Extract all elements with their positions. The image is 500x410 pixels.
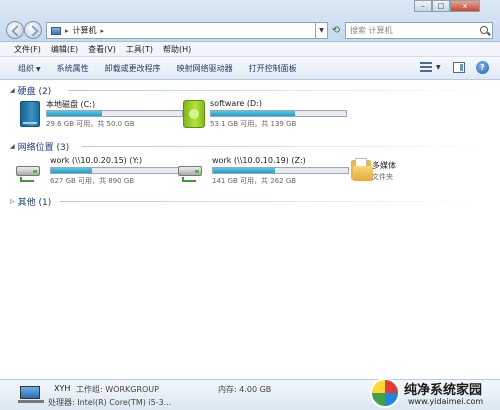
- workgroup: 工作组: WORKGROUP: [76, 385, 159, 394]
- expand-triangle-icon[interactable]: ▷: [10, 198, 15, 205]
- group-title: 其他 (1): [17, 197, 52, 208]
- uninstall-program-button[interactable]: 卸载或更改程序: [105, 63, 161, 74]
- breadcrumb-separator-icon[interactable]: ▸: [101, 27, 105, 35]
- drive-space: 53.1 GB 可用，共 139 GB: [210, 120, 297, 128]
- drive-c[interactable]: 本地磁盘 (C:) 29.6 GB 可用，共 50.0 GB: [14, 99, 184, 133]
- drive-space: 141 GB 可用，共 262 GB: [212, 177, 297, 185]
- usage-bar-fill: [47, 111, 103, 116]
- breadcrumb-separator-icon[interactable]: ▸: [65, 27, 69, 35]
- usage-bar: [212, 167, 349, 174]
- processor: 处理器: Intel(R) Core(TM) i5-3...: [48, 398, 172, 407]
- address-history-dropdown[interactable]: ▼: [316, 22, 328, 39]
- drive-name: work (\\10.0.20.15) (Y:): [50, 156, 143, 165]
- folder-name: 多媒体: [372, 161, 396, 170]
- group-network-locations[interactable]: ◢ 网络位置 (3): [10, 140, 70, 153]
- organize-label: 组织: [18, 63, 34, 73]
- close-button[interactable]: x: [450, 0, 480, 12]
- organize-button[interactable]: 组织 ▼: [18, 63, 41, 74]
- drive-space: 29.6 GB 可用，共 50.0 GB: [46, 120, 135, 128]
- group-title: 网络位置 (3): [17, 142, 70, 153]
- menu-edit[interactable]: 编辑(E): [51, 44, 78, 55]
- network-drive-icon: [16, 160, 42, 184]
- network-drive-y[interactable]: work (\\10.0.20.15) (Y:) 627 GB 可用，共 890…: [14, 156, 187, 190]
- map-network-drive-button[interactable]: 映射网络驱动器: [177, 63, 233, 74]
- usage-bar-fill: [211, 111, 295, 116]
- search-icon[interactable]: [480, 26, 488, 34]
- chevron-down-icon[interactable]: ▼: [436, 64, 441, 71]
- folder-type: 文件夹: [372, 173, 393, 181]
- group-divider: [68, 90, 488, 91]
- network-drive-icon: [178, 160, 204, 184]
- drive-space: 627 GB 可用，共 890 GB: [50, 177, 135, 185]
- menu-file[interactable]: 文件(F): [14, 44, 41, 55]
- folder-icon: [351, 158, 373, 182]
- back-button[interactable]: [6, 21, 24, 39]
- menu-tools[interactable]: 工具(T): [126, 44, 153, 55]
- usage-bar-fill: [213, 168, 276, 173]
- help-icon[interactable]: ?: [476, 61, 489, 74]
- minimize-button[interactable]: –: [414, 0, 432, 12]
- search-input[interactable]: 搜索 计算机: [345, 22, 493, 39]
- search-placeholder: 搜索 计算机: [350, 26, 393, 35]
- folder-multimedia[interactable]: 多媒体 文件夹: [346, 156, 456, 190]
- menu-bar: 文件(F) 编辑(E) 查看(V) 工具(T) 帮助(H): [0, 42, 500, 57]
- open-control-panel-button[interactable]: 打开控制面板: [249, 63, 297, 74]
- address-bar[interactable]: ▸ 计算机 ▸: [46, 22, 316, 39]
- refresh-button[interactable]: ⟲: [329, 22, 343, 39]
- drive-name: work (\\10.0.10.19) (Z:): [212, 156, 306, 165]
- menu-help[interactable]: 帮助(H): [163, 44, 191, 55]
- drive-name: software (D:): [210, 99, 262, 108]
- chevron-down-icon: ▼: [36, 65, 41, 73]
- watermark-url: www.yidaimei.com: [408, 397, 484, 406]
- watermark: 纯净系统家园 www.yidaimei.com: [368, 376, 500, 410]
- local-disk-icon: [20, 101, 40, 127]
- group-other[interactable]: ▷ 其他 (1): [10, 195, 52, 208]
- group-hard-disks[interactable]: ◢ 硬盘 (2): [10, 84, 52, 97]
- window-controls: – □ x: [414, 0, 480, 14]
- view-options-icon[interactable]: [420, 62, 434, 74]
- preview-pane-icon[interactable]: [453, 62, 465, 73]
- maximize-button[interactable]: □: [432, 0, 450, 12]
- usage-bar: [210, 110, 347, 117]
- collapse-triangle-icon[interactable]: ◢: [10, 143, 15, 150]
- memory: 内存: 4.00 GB: [218, 385, 272, 394]
- computer-icon: [51, 26, 61, 35]
- computer-icon: [18, 386, 44, 404]
- group-divider: [60, 201, 488, 202]
- usage-bar: [46, 110, 183, 117]
- computer-name: XYH: [54, 384, 71, 393]
- group-divider: [82, 146, 488, 147]
- menu-view[interactable]: 查看(V): [88, 44, 116, 55]
- site-logo-icon: [370, 378, 400, 408]
- network-drive-z[interactable]: work (\\10.0.10.19) (Z:) 141 GB 可用，共 262…: [176, 156, 349, 190]
- collapse-triangle-icon[interactable]: ◢: [10, 87, 15, 94]
- drive-d[interactable]: software (D:) 53.1 GB 可用，共 139 GB: [178, 99, 348, 133]
- group-title: 硬盘 (2): [17, 86, 52, 97]
- usb-drive-icon: [183, 100, 205, 128]
- system-properties-button[interactable]: 系统属性: [57, 63, 89, 74]
- usage-bar: [50, 167, 187, 174]
- breadcrumb-computer[interactable]: 计算机: [73, 25, 97, 36]
- watermark-title: 纯净系统家园: [404, 383, 483, 398]
- drive-name: 本地磁盘 (C:): [46, 100, 96, 109]
- title-bar: ▸ 计算机 ▸ ▼ ⟲ 搜索 计算机 – □ x: [0, 0, 500, 42]
- usage-bar-fill: [51, 168, 92, 173]
- forward-button[interactable]: [24, 21, 42, 39]
